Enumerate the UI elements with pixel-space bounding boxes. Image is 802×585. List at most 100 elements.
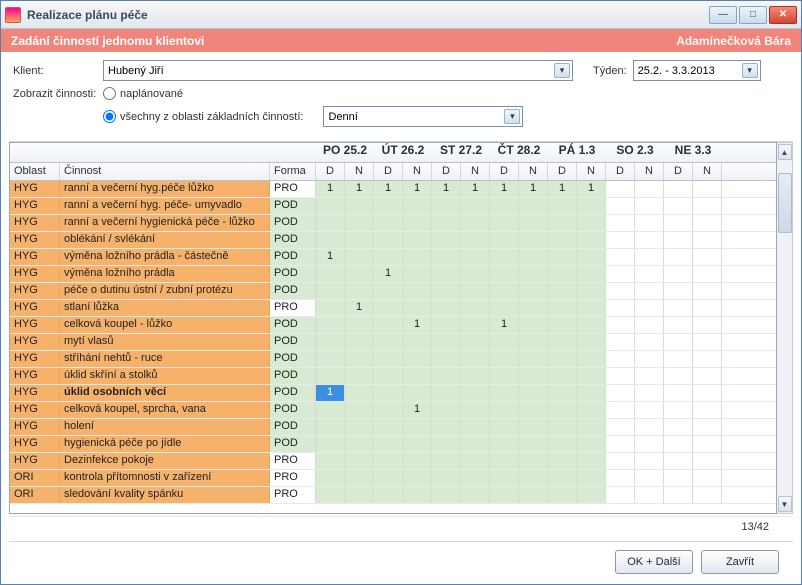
cell-value[interactable] xyxy=(606,419,635,435)
cell-value[interactable] xyxy=(316,487,345,503)
cell-value[interactable] xyxy=(577,334,606,350)
cell-value[interactable] xyxy=(432,470,461,486)
cell-value[interactable] xyxy=(519,470,548,486)
cell-value[interactable] xyxy=(577,215,606,231)
cell-value[interactable]: 1 xyxy=(403,317,432,333)
table-row[interactable]: HYGcelková koupel - lůžkoPOD11 xyxy=(10,317,776,334)
cell-value[interactable] xyxy=(635,283,664,299)
cell-value[interactable] xyxy=(519,487,548,503)
cell-value[interactable] xyxy=(432,249,461,265)
cell-value[interactable]: 1 xyxy=(403,402,432,418)
cell-value[interactable] xyxy=(693,368,722,384)
cell-value[interactable] xyxy=(519,334,548,350)
cell-value[interactable]: 1 xyxy=(316,249,345,265)
cell-value[interactable] xyxy=(345,368,374,384)
cell-value[interactable] xyxy=(606,283,635,299)
cell-value[interactable]: 1 xyxy=(316,385,345,401)
cell-value[interactable] xyxy=(519,198,548,214)
cell-value[interactable] xyxy=(403,436,432,452)
dn-header[interactable]: D xyxy=(316,163,345,180)
cell-value[interactable] xyxy=(461,402,490,418)
cell-value[interactable] xyxy=(519,317,548,333)
cell-value[interactable] xyxy=(693,334,722,350)
scroll-thumb[interactable] xyxy=(778,173,792,233)
cell-value[interactable] xyxy=(490,453,519,469)
cell-value[interactable] xyxy=(403,368,432,384)
cell-value[interactable] xyxy=(374,385,403,401)
cell-value[interactable] xyxy=(519,232,548,248)
vertical-scrollbar[interactable]: ▲ ▼ xyxy=(777,142,793,514)
cell-value[interactable]: 1 xyxy=(403,181,432,197)
col-oblast-header[interactable]: Oblast xyxy=(10,163,60,180)
cell-value[interactable] xyxy=(664,453,693,469)
cell-value[interactable] xyxy=(519,368,548,384)
cell-value[interactable] xyxy=(577,198,606,214)
cell-value[interactable] xyxy=(548,317,577,333)
cell-value[interactable] xyxy=(635,470,664,486)
cell-value[interactable] xyxy=(519,351,548,367)
table-row[interactable]: HYGúklid skříní a stolkůPOD xyxy=(10,368,776,385)
cell-value[interactable] xyxy=(577,436,606,452)
cell-value[interactable] xyxy=(461,334,490,350)
cell-value[interactable] xyxy=(316,419,345,435)
cell-value[interactable] xyxy=(664,232,693,248)
cell-value[interactable] xyxy=(519,436,548,452)
cell-value[interactable] xyxy=(664,351,693,367)
cell-value[interactable] xyxy=(606,385,635,401)
cell-value[interactable] xyxy=(374,317,403,333)
table-row[interactable]: ORIsledování kvality spánkuPRO xyxy=(10,487,776,504)
cell-value[interactable]: 1 xyxy=(490,317,519,333)
dn-header[interactable]: D xyxy=(374,163,403,180)
cell-value[interactable] xyxy=(345,419,374,435)
cell-value[interactable] xyxy=(316,317,345,333)
cell-value[interactable] xyxy=(635,436,664,452)
cell-value[interactable] xyxy=(345,351,374,367)
cell-value[interactable] xyxy=(316,453,345,469)
table-row[interactable]: HYGstříhání nehtů - rucePOD xyxy=(10,351,776,368)
cell-value[interactable] xyxy=(374,215,403,231)
cell-value[interactable] xyxy=(548,453,577,469)
chevron-down-icon[interactable]: ▾ xyxy=(554,63,570,78)
dn-header[interactable]: D xyxy=(490,163,519,180)
cell-value[interactable] xyxy=(461,351,490,367)
cell-value[interactable] xyxy=(403,487,432,503)
cell-value[interactable] xyxy=(519,215,548,231)
cell-value[interactable] xyxy=(490,215,519,231)
table-row[interactable]: HYGhygienická péče po jídlePOD xyxy=(10,436,776,453)
cell-value[interactable] xyxy=(519,453,548,469)
cell-value[interactable] xyxy=(432,385,461,401)
cell-value[interactable] xyxy=(548,232,577,248)
cell-value[interactable] xyxy=(548,266,577,282)
cell-value[interactable] xyxy=(345,334,374,350)
table-row[interactable]: HYGvýměna ložního prádlaPOD1 xyxy=(10,266,776,283)
cell-value[interactable] xyxy=(490,266,519,282)
cell-value[interactable] xyxy=(490,300,519,316)
cell-value[interactable] xyxy=(461,283,490,299)
cell-value[interactable] xyxy=(316,470,345,486)
cell-value[interactable]: 1 xyxy=(461,181,490,197)
radio-all-input[interactable] xyxy=(103,110,116,123)
cell-value[interactable] xyxy=(519,283,548,299)
cell-value[interactable] xyxy=(403,198,432,214)
cell-value[interactable] xyxy=(461,453,490,469)
cell-value[interactable] xyxy=(432,453,461,469)
cell-value[interactable]: 1 xyxy=(316,181,345,197)
cell-value[interactable] xyxy=(606,402,635,418)
cell-value[interactable] xyxy=(577,266,606,282)
cell-value[interactable] xyxy=(577,232,606,248)
dn-header[interactable]: N xyxy=(403,163,432,180)
cell-value[interactable] xyxy=(577,419,606,435)
cell-value[interactable] xyxy=(635,487,664,503)
cell-value[interactable] xyxy=(345,198,374,214)
dn-header[interactable]: N xyxy=(461,163,490,180)
dn-header[interactable]: N xyxy=(635,163,664,180)
cell-value[interactable] xyxy=(374,283,403,299)
cell-value[interactable] xyxy=(548,368,577,384)
cell-value[interactable]: 1 xyxy=(432,181,461,197)
cell-value[interactable] xyxy=(345,436,374,452)
day-header[interactable]: SO 2.3 xyxy=(606,143,664,162)
cell-value[interactable] xyxy=(664,249,693,265)
cell-value[interactable] xyxy=(577,385,606,401)
cell-value[interactable] xyxy=(345,402,374,418)
cell-value[interactable] xyxy=(693,266,722,282)
